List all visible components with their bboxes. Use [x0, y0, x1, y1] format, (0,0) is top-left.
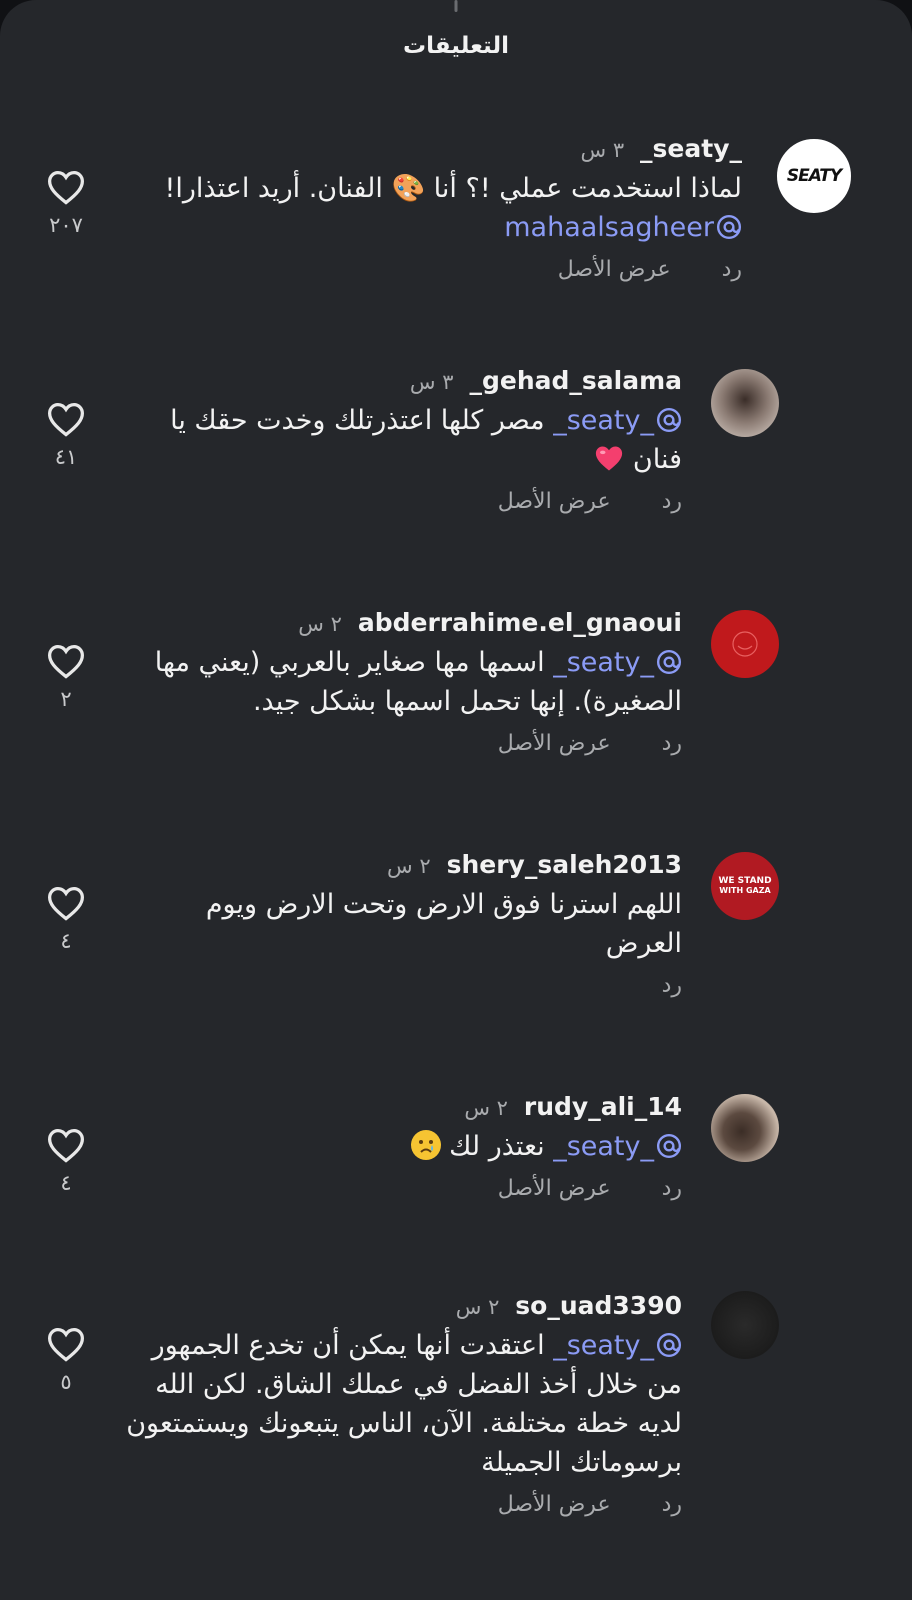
like-count: ٢	[60, 687, 72, 711]
comment-text: _seaty_ مصر كلها اعتذرتلك وخدت حقك يا فن…	[122, 401, 682, 479]
avatar[interactable]: SEATY	[774, 136, 854, 216]
see-original-button[interactable]: عرض الأصل	[498, 1492, 611, 1517]
page-title: التعليقات	[403, 33, 509, 59]
avatar[interactable]	[711, 1094, 779, 1162]
mention-link[interactable]: mahaalsagheer	[504, 212, 742, 243]
mention-text[interactable]: _seaty_	[553, 1330, 654, 1361]
reply-button[interactable]: رد	[662, 1492, 682, 1517]
mention-text[interactable]: mahaalsagheer	[504, 212, 714, 243]
like-button[interactable]: ٢٠٧	[42, 169, 90, 237]
reply-button[interactable]: رد	[662, 731, 682, 756]
username[interactable]: rudy_ali_14	[524, 1092, 682, 1121]
heart-outline-icon	[47, 886, 85, 921]
mention-link[interactable]: _seaty_	[553, 1131, 682, 1162]
avatar-text-bottom: WITH GAZA	[719, 886, 771, 895]
see-original-button[interactable]: عرض الأصل	[498, 1176, 611, 1201]
like-button[interactable]: ٤	[42, 1127, 90, 1195]
avatar[interactable]	[711, 369, 779, 437]
like-count: ٢٠٧	[49, 213, 83, 237]
threads-at-icon	[656, 1133, 682, 1159]
comment-body: gehad_salama_ ٣ س _seaty_ مصر كلها اعتذر…	[122, 365, 682, 514]
comment-text: _seaty_ اسمها مها صغاير بالعربي (يعني مه…	[122, 643, 682, 721]
comment-body: so_uad3390 ٢ س _seaty_ اعتقدت أنها يمكن …	[122, 1290, 682, 1517]
timestamp: ٢ س	[455, 1295, 500, 1319]
heart-outline-icon	[47, 1128, 85, 1163]
mention-link[interactable]: _seaty_	[553, 405, 682, 436]
username[interactable]: so_uad3390	[515, 1291, 682, 1320]
timestamp: ٢ س	[298, 612, 342, 636]
like-button[interactable]: ٤	[42, 885, 90, 953]
threads-at-icon	[656, 407, 682, 433]
see-original-button[interactable]: عرض الأصل	[498, 489, 611, 514]
crying-face-emoji-icon	[410, 1130, 441, 1160]
comment-body: abderrahime.el_gnaoui ٢ س _seaty_ اسمها …	[122, 607, 682, 756]
comments-sheet: التعليقات SEATY _seaty_ ٣ س لماذا استخدم…	[0, 0, 912, 1600]
like-button[interactable]: ٥	[42, 1326, 90, 1394]
username[interactable]: shery_saleh2013	[447, 850, 682, 879]
comment-text: _seaty_ اعتقدت أنها يمكن أن تخدع الجمهور…	[122, 1326, 682, 1482]
drag-handle[interactable]	[454, 0, 458, 12]
heart-outline-icon	[47, 1327, 85, 1362]
heart-emoji-icon	[596, 446, 623, 471]
timestamp: ٣ س	[580, 138, 625, 162]
comment-text-content: لماذا استخدمت عملي !؟ أنا 🎨 الفنان. أريد…	[164, 173, 742, 204]
avatar-doodle-icon	[732, 631, 758, 657]
threads-at-icon	[656, 1332, 682, 1358]
timestamp: ٢ س	[387, 854, 431, 878]
username[interactable]: abderrahime.el_gnaoui	[358, 608, 682, 637]
avatar[interactable]: WE STAND WITH GAZA	[711, 852, 779, 920]
like-button[interactable]: ٢	[42, 643, 90, 711]
threads-at-icon	[656, 649, 682, 675]
reply-button[interactable]: رد	[722, 257, 742, 282]
comment-text: اللهم استرنا فوق الارض وتحت الارض ويوم ا…	[205, 889, 682, 959]
mention-link[interactable]: _seaty_	[553, 647, 682, 678]
see-original-button[interactable]: عرض الأصل	[558, 257, 671, 282]
heart-outline-icon	[47, 402, 85, 437]
username[interactable]: _seaty_	[640, 134, 742, 163]
reply-button[interactable]: رد	[662, 973, 682, 998]
mention-text[interactable]: _seaty_	[553, 1131, 654, 1162]
username[interactable]: gehad_salama_	[469, 366, 682, 395]
heart-outline-icon	[47, 170, 85, 205]
like-count: ٤	[60, 1171, 72, 1195]
mention-text[interactable]: _seaty_	[553, 405, 654, 436]
reply-button[interactable]: رد	[662, 1176, 682, 1201]
comment-text: لماذا استخدمت عملي !؟ أنا 🎨 الفنان. أريد…	[152, 169, 742, 247]
like-button[interactable]: ٤١	[42, 401, 90, 469]
mention-text[interactable]: _seaty_	[553, 647, 654, 678]
reply-button[interactable]: رد	[662, 489, 682, 514]
see-original-button[interactable]: عرض الأصل	[498, 731, 611, 756]
timestamp: ٢ س	[464, 1096, 508, 1120]
comment-text: _seaty_ نعتذر لك	[122, 1127, 682, 1166]
threads-at-icon	[716, 214, 742, 240]
like-count: ٤	[60, 929, 72, 953]
avatar-text-top: WE STAND	[718, 876, 772, 886]
avatar[interactable]	[711, 610, 779, 678]
like-count: ٥	[60, 1370, 72, 1394]
heart-outline-icon	[47, 644, 85, 679]
like-count: ٤١	[54, 445, 78, 469]
avatar[interactable]	[711, 1291, 779, 1359]
comment-body: rudy_ali_14 ٢ س _seaty_ نعتذر لك رد عرض …	[122, 1091, 682, 1201]
timestamp: ٣ س	[409, 370, 454, 394]
avatar-logo: SEATY	[786, 166, 842, 186]
comment-body: shery_saleh2013 ٢ س اللهم استرنا فوق الا…	[122, 849, 682, 998]
comment-body: _seaty_ ٣ س لماذا استخدمت عملي !؟ أنا 🎨 …	[152, 133, 742, 282]
comment-text-content: نعتذر لك	[449, 1131, 545, 1162]
mention-link[interactable]: _seaty_	[553, 1330, 682, 1361]
